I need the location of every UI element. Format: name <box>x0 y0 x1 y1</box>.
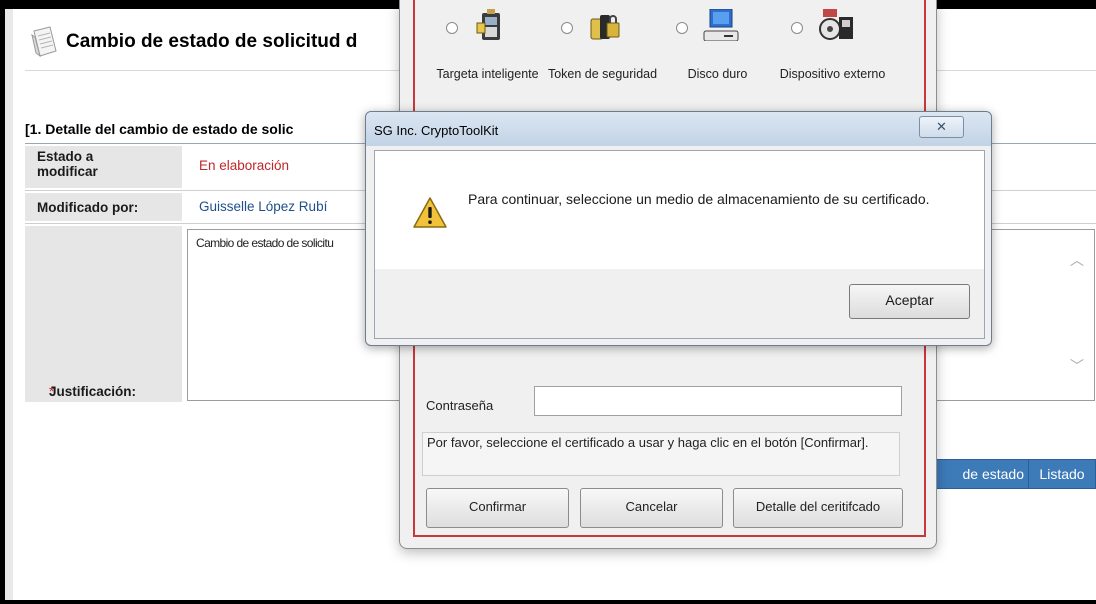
listado-button[interactable]: Listado <box>1028 459 1096 489</box>
external-device-radio[interactable] <box>791 22 803 34</box>
warning-icon <box>413 197 447 228</box>
page-title: Cambio de estado de solicitud d <box>66 31 358 52</box>
external-device-icon <box>819 9 853 40</box>
alert-body: Para continuar, seleccione un medio de a… <box>374 150 985 339</box>
storage-option-security-token[interactable]: Token de seguridad <box>545 4 660 99</box>
screen-frame-bottom <box>0 600 1096 604</box>
justificacion-label: Justificación: <box>49 384 137 399</box>
storage-option-smart-card[interactable]: Targeta inteligente <box>430 4 545 99</box>
alert-titlebar[interactable]: SG Inc. CryptoToolKit ✕ <box>366 112 991 146</box>
security-token-radio[interactable] <box>561 22 573 34</box>
alert-title: SG Inc. CryptoToolKit <box>374 123 499 138</box>
external-device-label: Dispositivo externo <box>779 67 886 81</box>
password-label: Contraseña <box>426 398 494 413</box>
smart-card-label: Targeta inteligente <box>436 67 539 81</box>
hard-disk-label: Disco duro <box>687 67 748 81</box>
document-icon <box>31 26 57 58</box>
justificacion-text: Cambio de estado de solicitu <box>196 236 334 250</box>
certificate-detail-button[interactable]: Detalle del ceritifcado <box>733 488 903 528</box>
scroll-down-icon[interactable]: ﹀ <box>1070 356 1084 376</box>
alert-message-area: Para continuar, seleccione un medio de a… <box>375 151 984 269</box>
modificado-value[interactable]: Guisselle López Rubí <box>199 199 327 214</box>
cambio-estado-button[interactable]: de estado <box>923 459 1031 489</box>
password-input[interactable] <box>534 386 902 416</box>
hard-disk-icon <box>703 9 739 41</box>
security-token-label: Token de seguridad <box>547 67 658 81</box>
scroll-up-icon[interactable]: ︿ <box>1070 250 1084 270</box>
modificado-label: Modificado por: <box>37 200 139 215</box>
certificate-hint: Por favor, seleccione el certificado a u… <box>422 432 900 476</box>
smart-card-icon <box>476 9 500 40</box>
section-title: [1. Detalle del cambio de estado de soli… <box>25 121 294 137</box>
hard-disk-radio[interactable] <box>676 22 688 34</box>
smart-card-radio[interactable] <box>446 22 458 34</box>
confirm-button[interactable]: Confirmar <box>426 488 569 528</box>
storage-option-external-device[interactable]: Dispositivo externo <box>775 4 890 99</box>
alert-dialog: SG Inc. CryptoToolKit ✕ Para continuar, … <box>365 111 992 346</box>
accept-button[interactable]: Aceptar <box>849 284 970 319</box>
estado-label: Estado a modificar <box>37 149 98 179</box>
page-header: Cambio de estado de solicitud d <box>30 18 357 66</box>
cancel-button[interactable]: Cancelar <box>580 488 723 528</box>
estado-value: En elaboración <box>199 158 290 173</box>
close-icon[interactable]: ✕ <box>919 116 964 138</box>
left-gutter <box>5 9 13 600</box>
security-token-icon <box>590 15 620 40</box>
storage-option-hard-disk[interactable]: Disco duro <box>660 4 775 99</box>
alert-message: Para continuar, seleccione un medio de a… <box>468 191 930 207</box>
